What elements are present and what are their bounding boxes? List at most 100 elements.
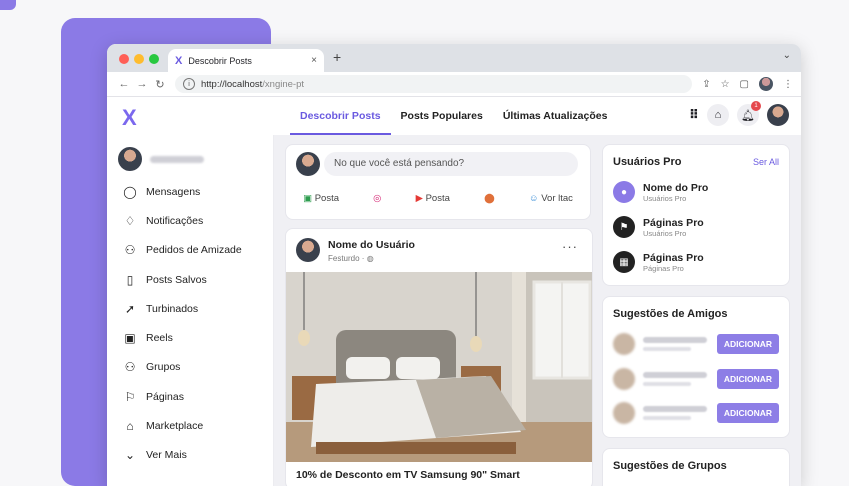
sidebar-menu: ◯ Mensagens ♢ Notificações ⚇ Pedidos de Ami… — [121, 177, 242, 470]
location-icon: ⬤ — [484, 193, 495, 204]
back-icon[interactable]: ← — [115, 78, 133, 90]
tab-title: Descobrir Posts — [188, 55, 252, 66]
tab-ultimas-atualizacoes[interactable]: Últimas Atualizações — [493, 97, 618, 135]
star-icon[interactable]: ☆ — [721, 79, 730, 90]
sidebar-item-label: Turbinados — [146, 302, 199, 315]
app-header: X Descobrir Posts Posts Populares Última… — [107, 97, 801, 136]
sidebar-item-turbinados[interactable]: ➚ Turbinados — [121, 294, 242, 323]
sidebar-item-marketplace[interactable]: ⌂ Marketplace — [121, 411, 242, 440]
pro-page-item[interactable]: ▦ Páginas Pro Páginas Pro — [613, 251, 704, 273]
bell-icon[interactable]: 🔔︎ 1 — [737, 101, 761, 126]
share-icon[interactable]: ⇪ — [702, 79, 710, 90]
browser-tab[interactable]: X Descobrir Posts × — [168, 49, 324, 72]
composer-emoji-button[interactable]: ☺ Vor ltac — [529, 193, 573, 204]
chevron-down-icon: ⌄ — [124, 448, 136, 463]
user-icon: ● — [613, 181, 635, 203]
decorative-chip — [0, 0, 16, 10]
chevron-down-icon[interactable]: ⌄ — [783, 50, 791, 61]
post-composer: No que você está pensando? ▣ Posta ◎ ▶ P… — [285, 144, 591, 220]
grid-icon[interactable]: ⠿ — [689, 107, 699, 123]
building-icon: ▦ — [613, 251, 635, 273]
add-friend-button[interactable]: ADICIONAR — [716, 369, 779, 389]
notification-badge: 1 — [751, 101, 761, 111]
minimize-window-icon[interactable] — [134, 54, 144, 64]
sidepanel-icon[interactable]: ▢ — [740, 79, 749, 90]
address-bar: ← → ↻ i http://localhost/xngine-pt ⇪ ☆ ▢… — [107, 72, 801, 97]
post-caption: 10% de Desconto em TV Samsung 90" Smart — [296, 469, 520, 481]
rocket-icon: ➚ — [124, 301, 136, 316]
nav-tabs: Descobrir Posts Posts Populares Últimas … — [290, 97, 617, 135]
instagram-icon: ◎ — [373, 193, 382, 204]
post-author[interactable]: Nome do Usuário — [328, 239, 415, 251]
post-card: Nome do Usuário Festurdo · ◍ ··· 10% de … — [285, 228, 593, 486]
url-path: /xngine-pt — [262, 78, 304, 90]
pro-name: Nome do Pro — [643, 181, 709, 194]
favicon-icon: X — [175, 54, 183, 67]
flag-icon: ⚑ — [613, 216, 635, 238]
forward-icon[interactable]: → — [133, 78, 151, 90]
close-window-icon[interactable] — [119, 54, 129, 64]
more-options-icon[interactable]: ··· — [562, 239, 578, 254]
feed: No que você está pensando? ▣ Posta ◎ ▶ P… — [285, 144, 593, 486]
logo-icon[interactable]: X — [122, 105, 137, 131]
flag-icon: ⚐ — [124, 389, 136, 404]
composer-input[interactable]: No que você está pensando? — [324, 152, 578, 176]
composer-location-button[interactable]: ⬤ — [484, 193, 495, 204]
tab-descobrir-posts[interactable]: Descobrir Posts — [290, 97, 391, 135]
bell-icon: ♢ — [124, 213, 136, 228]
right-sidebar: Usuários Pro Ser All ● Nome do Pro Usuári… — [602, 144, 790, 486]
info-icon[interactable]: i — [183, 78, 195, 90]
composer-action-label: Vor ltac — [541, 193, 573, 204]
add-friend-button[interactable]: ADICIONAR — [716, 403, 779, 423]
sidebar-item-notificacoes[interactable]: ♢ Notificações — [121, 206, 242, 235]
pro-user-item[interactable]: ● Nome do Pro Usuários Pro — [613, 181, 708, 203]
composer-photo-button[interactable]: ▣ Posta — [303, 193, 339, 204]
new-tab-button[interactable]: + — [333, 49, 341, 65]
url-base: http://localhost — [201, 78, 263, 90]
sidebar: ◯ Mensagens ♢ Notificações ⚇ Pedidos de Ami… — [107, 135, 274, 486]
friend-suggestions-card: Sugestões de Amigos ADICIONAR ADICIONAR … — [602, 296, 790, 438]
reload-icon[interactable]: ↻ — [151, 78, 169, 91]
sidebar-item-paginas[interactable]: ⚐ Páginas — [121, 382, 242, 411]
see-all-link[interactable]: Ser All — [753, 157, 779, 167]
url-input[interactable]: i http://localhost/xngine-pt — [175, 75, 693, 93]
pro-sub: Usuários Pro — [643, 193, 687, 203]
sidebar-item-label: Grupos — [146, 361, 181, 374]
store-icon[interactable]: ⌂ — [707, 104, 729, 126]
chat-icon: ◯ — [123, 184, 137, 199]
composer-instagram-button[interactable]: ◎ — [373, 193, 381, 204]
maximize-window-icon[interactable] — [149, 54, 159, 64]
pro-sub: Páginas Pro — [643, 263, 684, 273]
pro-users-title: Usuários Pro — [613, 156, 682, 168]
avatar — [613, 402, 635, 424]
pro-page-item[interactable]: ⚑ Páginas Pro Usuários Pro — [613, 216, 704, 238]
friend-suggestion-item: ADICIONAR — [613, 333, 779, 355]
user-avatar[interactable] — [767, 104, 789, 126]
sidebar-item-posts-salvos[interactable]: ▯ Posts Salvos — [121, 265, 242, 294]
composer-video-button[interactable]: ▶ Posta — [416, 193, 450, 204]
browser-tab-bar: X Descobrir Posts × + ⌄ — [107, 44, 801, 72]
avatar — [118, 147, 142, 171]
bedroom-illustration — [286, 272, 592, 462]
store-icon: ⌂ — [126, 419, 134, 434]
sidebar-item-reels[interactable]: ▣ Reels — [121, 323, 242, 352]
image-icon: ▣ — [303, 193, 313, 204]
pro-users-card: Usuários Pro Ser All ● Nome do Pro Usuári… — [602, 144, 790, 286]
sidebar-item-ver-mais[interactable]: ⌄ Ver Mais — [121, 441, 242, 470]
reels-icon: ▣ — [124, 331, 136, 346]
add-friend-button[interactable]: ADICIONAR — [716, 334, 779, 354]
sidebar-item-label: Notificações — [146, 214, 204, 227]
profile-avatar[interactable] — [759, 77, 773, 91]
sidebar-item-grupos[interactable]: ⚇ Grupos — [121, 353, 242, 382]
sidebar-user[interactable] — [118, 147, 204, 171]
browser-window: X Descobrir Posts × + ⌄ ← → ↻ i http://l… — [107, 44, 801, 486]
sidebar-item-mensagens[interactable]: ◯ Mensagens — [121, 177, 242, 206]
sidebar-item-label: Posts Salvos — [146, 273, 207, 286]
sidebar-item-label: Mensagens — [146, 185, 201, 198]
more-vert-icon[interactable]: ⋮ — [783, 79, 793, 90]
post-image[interactable] — [286, 272, 592, 462]
tab-posts-populares[interactable]: Posts Populares — [391, 97, 493, 135]
tab-close-icon[interactable]: × — [311, 55, 317, 66]
avatar — [296, 238, 320, 262]
sidebar-item-pedidos-de-amizade[interactable]: ⚇ Pedidos de Amizade — [121, 236, 242, 265]
